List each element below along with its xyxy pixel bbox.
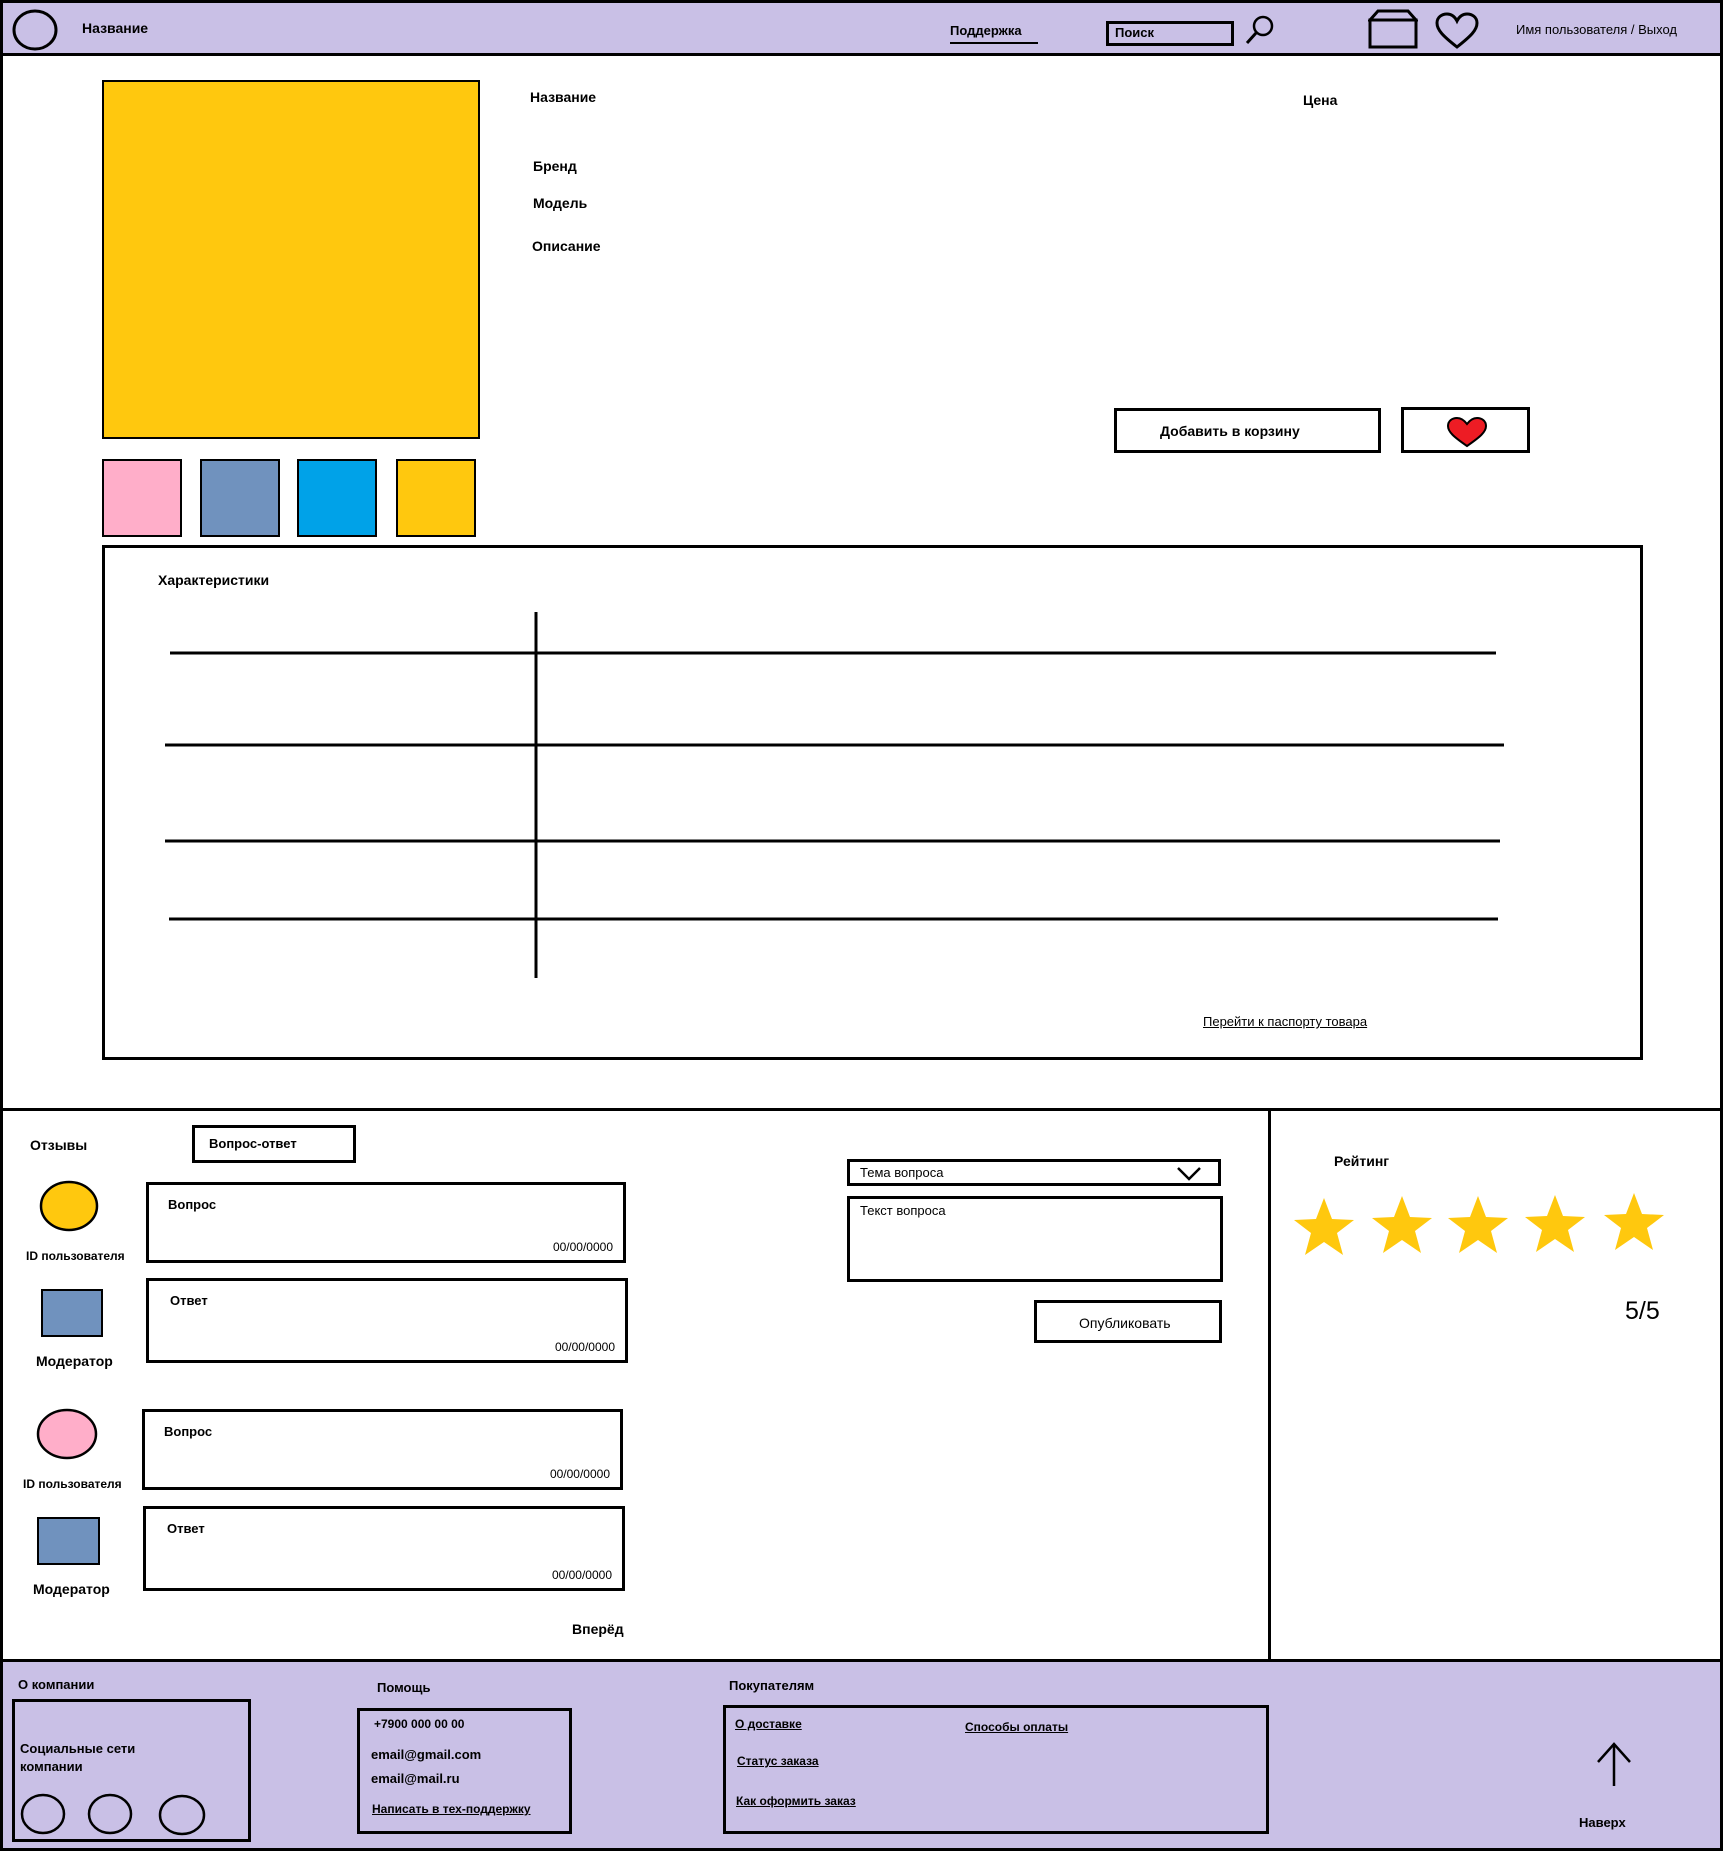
add-to-cart-button[interactable]: Добавить в корзину <box>1114 408 1381 453</box>
search-icon[interactable] <box>1244 14 1278 46</box>
moderator-avatar <box>37 1517 100 1565</box>
thumbnail-3[interactable] <box>297 459 377 537</box>
question-topic-placeholder: Тема вопроса <box>860 1165 944 1180</box>
rating-value: 5/5 <box>1625 1297 1660 1325</box>
rating-stars <box>1294 1193 1664 1255</box>
user-id-label: ID пользователя <box>26 1249 125 1263</box>
answer-date: 00/00/0000 <box>554 1340 615 1354</box>
social-icon-3[interactable] <box>157 1793 207 1837</box>
search-placeholder: Поиск <box>1115 25 1155 40</box>
arrow-up-icon[interactable] <box>1594 1740 1634 1788</box>
footer-email-2[interactable]: email@mail.ru <box>371 1771 460 1786</box>
support-link[interactable]: Поддержка <box>950 23 1022 38</box>
thumbnail-1[interactable] <box>102 459 182 537</box>
tab-reviews[interactable]: Отзывы <box>30 1137 87 1153</box>
rating-title: Рейтинг <box>1334 1153 1390 1169</box>
footer-about-title: О компании <box>18 1677 95 1692</box>
specs-table <box>165 612 1504 978</box>
footer-buyers-title: Покупателям <box>729 1678 815 1693</box>
footer-help-title: Помощь <box>377 1680 431 1695</box>
publish-button[interactable]: Опубликовать <box>1034 1300 1222 1343</box>
user-avatar <box>36 1408 98 1460</box>
social-icon-2[interactable] <box>86 1792 134 1836</box>
star-icon <box>1294 1198 1354 1255</box>
star-icon <box>1448 1196 1508 1253</box>
question-label: Вопрос <box>164 1424 213 1439</box>
heart-icon <box>1446 416 1488 448</box>
moderator-avatar <box>41 1289 103 1337</box>
product-image <box>102 80 480 439</box>
footer-socials-label: Социальные сети компании <box>20 1741 136 1774</box>
footer-delivery-link[interactable]: О доставке <box>735 1717 802 1731</box>
tab-qa-label: Вопрос-ответ <box>209 1136 297 1151</box>
answer-date: 00/00/0000 <box>551 1568 612 1582</box>
footer-phone: +7900 000 00 00 <box>374 1717 465 1731</box>
cart-icon[interactable] <box>1368 9 1418 49</box>
question-topic-select[interactable]: Тема вопроса <box>847 1159 1221 1186</box>
answer-label: Ответ <box>170 1293 208 1308</box>
question-card: Вопрос 00/00/0000 <box>142 1409 623 1490</box>
moderator-label: Модератор <box>33 1581 110 1597</box>
favorites-icon[interactable] <box>1435 12 1479 50</box>
footer-order-status-link[interactable]: Статус заказа <box>737 1754 819 1768</box>
add-to-cart-label: Добавить в корзину <box>1160 423 1300 439</box>
tab-qa[interactable]: Вопрос-ответ <box>192 1125 356 1163</box>
user-account-link[interactable]: Имя пользователя / Выход <box>1516 22 1677 37</box>
answer-card: Ответ 00/00/0000 <box>143 1506 625 1591</box>
question-text-placeholder: Текст вопроса <box>860 1203 946 1218</box>
answer-label: Ответ <box>167 1521 205 1536</box>
logo-icon[interactable] <box>12 9 58 51</box>
next-page-link[interactable]: Вперёд <box>572 1621 624 1637</box>
user-avatar <box>39 1180 99 1232</box>
product-brand: Бренд <box>533 158 577 174</box>
star-icon <box>1372 1196 1432 1253</box>
footer-payment-link[interactable]: Способы оплаты <box>965 1720 1068 1734</box>
product-model: Модель <box>533 195 588 211</box>
support-underline <box>950 42 1038 44</box>
thumbnail-4[interactable] <box>396 459 476 537</box>
product-description: Описание <box>532 238 601 254</box>
question-text-input[interactable]: Текст вопроса <box>847 1196 1223 1282</box>
question-label: Вопрос <box>168 1197 217 1212</box>
specs-title: Характеристики <box>158 572 270 588</box>
product-name: Название <box>530 89 597 105</box>
footer-how-to-order-link[interactable]: Как оформить заказ <box>736 1794 856 1808</box>
chevron-down-icon <box>1177 1167 1201 1181</box>
back-to-top-link[interactable]: Наверх <box>1579 1815 1626 1830</box>
publish-label: Опубликовать <box>1079 1315 1171 1331</box>
question-date: 00/00/0000 <box>549 1467 610 1481</box>
star-icon <box>1525 1195 1585 1252</box>
user-id-label: ID пользователя <box>23 1477 122 1491</box>
add-to-favorites-button[interactable] <box>1401 407 1530 453</box>
site-title[interactable]: Название <box>82 20 148 36</box>
question-card: Вопрос 00/00/0000 <box>146 1182 626 1263</box>
thumbnail-2[interactable] <box>200 459 280 537</box>
search-input[interactable]: Поиск <box>1106 21 1234 46</box>
moderator-label: Модератор <box>36 1353 113 1369</box>
question-date: 00/00/0000 <box>552 1240 613 1254</box>
product-price: Цена <box>1303 92 1338 108</box>
social-icon-1[interactable] <box>19 1792 67 1836</box>
star-icon <box>1604 1193 1664 1250</box>
answer-card: Ответ 00/00/0000 <box>146 1278 628 1363</box>
passport-link[interactable]: Перейти к паспорту товара <box>1203 1014 1367 1029</box>
footer-support-link[interactable]: Написать в тех-поддержку <box>372 1802 531 1816</box>
footer-email-1[interactable]: email@gmail.com <box>371 1747 481 1762</box>
